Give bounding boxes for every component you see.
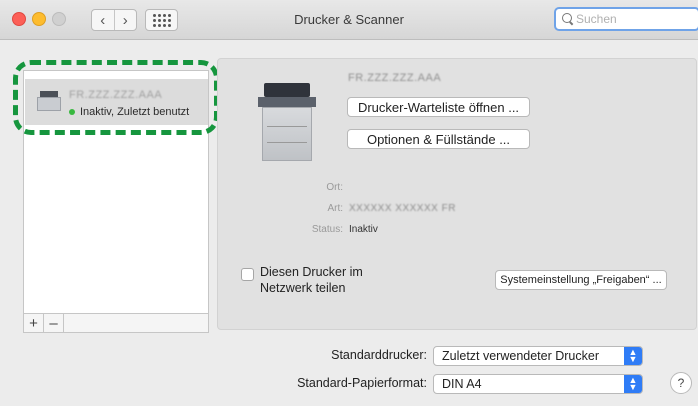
share-printer-label[interactable]: Diesen Drucker im Netzwerk teilen [260,264,390,296]
up-down-arrows-icon: ▲ ▼ [624,375,642,393]
sharing-preferences-button[interactable]: Systemeinstellung „Freigaben“ ... [495,270,667,290]
search-field[interactable] [554,7,698,31]
preferences-window: ‹ › Drucker & Scanner FR.ZZZ.ZZZ.AAA Ina… [0,0,698,406]
title-bar: ‹ › Drucker & Scanner [0,0,698,40]
default-printer-value: Zuletzt verwendeter Drucker [442,349,600,363]
status-label: Status: [311,224,343,235]
default-printer-label: Standarddrucker: [331,348,427,362]
kind-value: XXXXXX XXXXXX FR [349,203,456,214]
add-printer-button[interactable]: + [24,314,44,332]
default-printer-select[interactable]: Zuletzt verwendeter Drucker ▲ ▼ [433,346,643,366]
remove-printer-button[interactable]: – [44,314,64,332]
paper-size-value: DIN A4 [442,377,482,391]
printer-name: FR.ZZZ.ZZZ.AAA [348,72,442,84]
search-icon [562,13,574,25]
search-input[interactable] [576,12,686,26]
options-supplies-button[interactable]: Optionen & Füllstände ... [347,129,530,149]
share-printer-checkbox[interactable] [241,268,254,281]
kind-label: Art: [327,203,343,214]
open-print-queue-button[interactable]: Drucker-Warteliste öffnen ... [347,97,530,117]
printer-image [258,83,318,161]
selection-highlight-annotation [13,60,219,135]
location-label: Ort: [326,182,343,193]
paper-size-label: Standard-Papierformat: [297,376,427,390]
up-down-arrows-icon: ▲ ▼ [624,347,642,365]
help-button[interactable]: ? [670,372,692,394]
status-value: Inaktiv [349,224,378,235]
printer-list-toolbar: + – [23,313,209,333]
paper-size-select[interactable]: DIN A4 ▲ ▼ [433,374,643,394]
